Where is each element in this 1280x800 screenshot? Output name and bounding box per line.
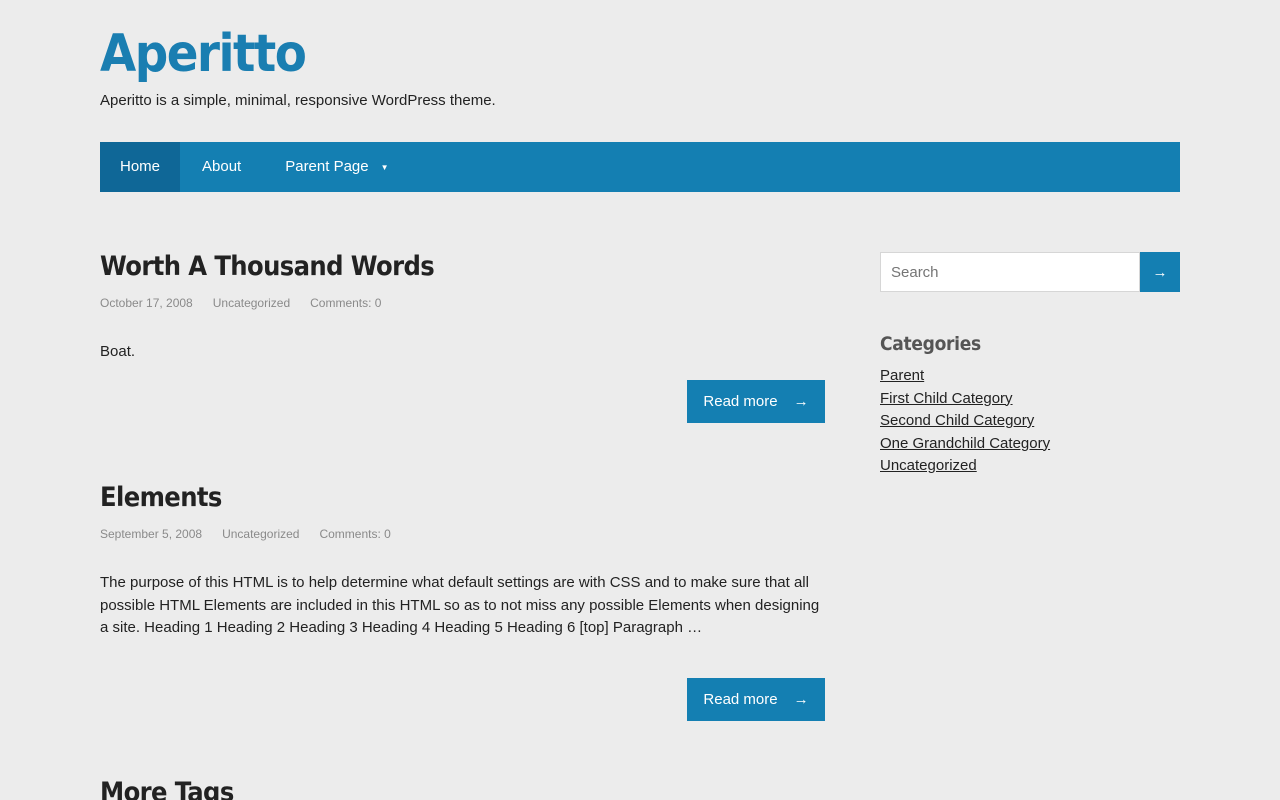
post-excerpt: Boat. [100, 343, 136, 360]
search-button[interactable]: → [1140, 252, 1180, 292]
nav-item-home[interactable]: Home [100, 142, 181, 192]
arrow-right-icon: → [1152, 263, 1168, 281]
category-link-parent[interactable]: Parent [880, 367, 924, 384]
post-title[interactable]: More Tags [100, 775, 234, 800]
post-excerpt: The purpose of this HTML is to help dete… [100, 574, 820, 636]
post-meta: October 17, 2008 Uncategorized Comments:… [100, 295, 381, 311]
read-more-button[interactable]: Read more → [687, 678, 825, 721]
main-nav: Home About Parent Page ▼ [100, 142, 1180, 192]
post-comments[interactable]: Comments: 0 [310, 295, 381, 311]
page: Aperitto Aperitto is a simple, minimal, … [100, 0, 1180, 800]
arrow-right-icon: → [793, 393, 809, 410]
post-category[interactable]: Uncategorized [222, 526, 299, 542]
list-item: One Grandchild Category [880, 433, 1050, 456]
list-item: Uncategorized [880, 455, 1050, 478]
post-date[interactable]: October 17, 2008 [100, 295, 193, 311]
post-date[interactable]: September 5, 2008 [100, 526, 202, 542]
category-link-second-child[interactable]: Second Child Category [880, 412, 1034, 429]
list-item: Second Child Category [880, 410, 1050, 433]
site-title[interactable]: Aperitto [100, 22, 307, 86]
list-item: Parent [880, 365, 1050, 388]
site-description: Aperitto is a simple, minimal, responsiv… [100, 92, 496, 109]
read-more-button[interactable]: Read more → [687, 380, 825, 423]
post-comments[interactable]: Comments: 0 [319, 526, 390, 542]
nav-item-label: Parent Page [285, 158, 369, 175]
read-more-label: Read more [703, 393, 778, 410]
nav-item-parent-page[interactable]: Parent Page ▼ [263, 142, 410, 192]
search-input[interactable] [880, 252, 1140, 292]
read-more-label: Read more [703, 691, 778, 708]
category-link-uncategorized[interactable]: Uncategorized [880, 457, 977, 474]
categories-heading: Categories [880, 333, 981, 355]
nav-item-about[interactable]: About [180, 142, 263, 192]
arrow-right-icon: → [793, 691, 809, 708]
post-meta: September 5, 2008 Uncategorized Comments… [100, 526, 391, 542]
category-link-first-child[interactable]: First Child Category [880, 390, 1013, 407]
category-link-grandchild[interactable]: One Grandchild Category [880, 435, 1050, 452]
post-title[interactable]: Worth A Thousand Words [100, 249, 435, 285]
categories-list: Parent First Child Category Second Child… [880, 365, 1050, 478]
post-category[interactable]: Uncategorized [213, 295, 290, 311]
caret-down-icon: ▼ [380, 163, 389, 172]
list-item: First Child Category [880, 388, 1050, 411]
post-title[interactable]: Elements [100, 480, 222, 516]
